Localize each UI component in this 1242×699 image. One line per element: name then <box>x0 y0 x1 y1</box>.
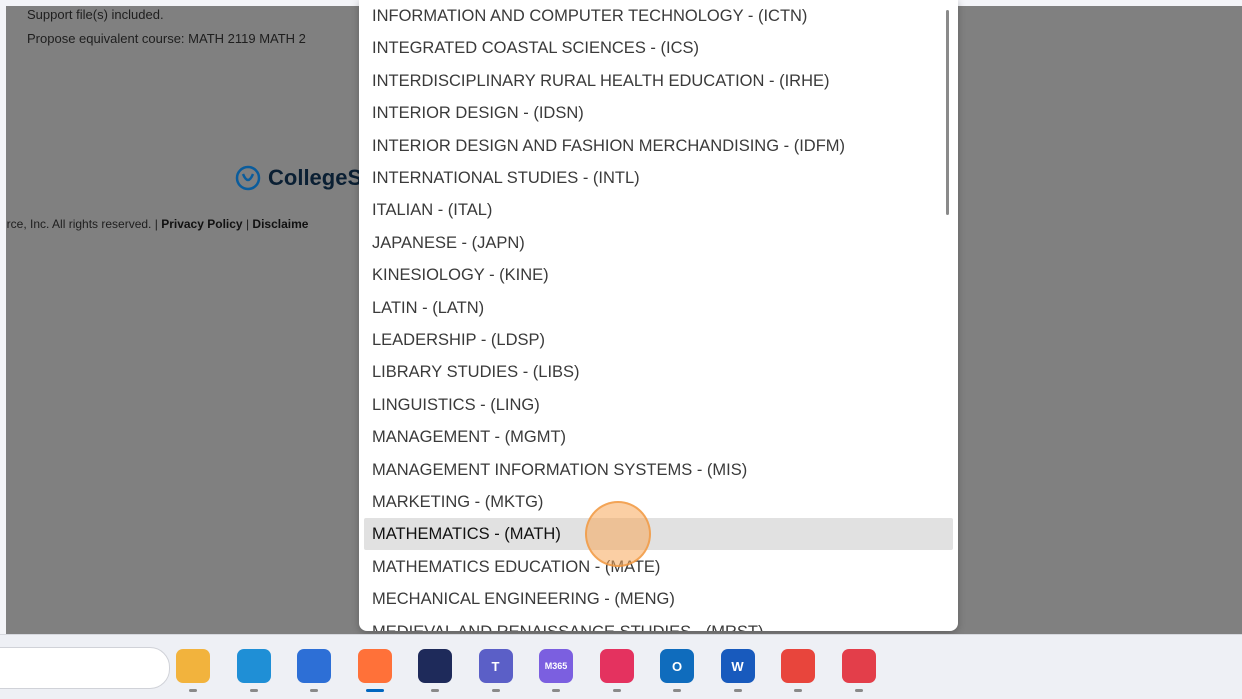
vpn-icon[interactable] <box>418 649 452 683</box>
dropdown-scrollbar[interactable] <box>946 10 949 215</box>
dropdown-option[interactable]: LATIN - (LATN) <box>364 292 953 324</box>
dropdown-option[interactable]: INTERIOR DESIGN - (IDSN) <box>364 97 953 129</box>
collegesource-logo: CollegeS <box>234 164 362 192</box>
taskbar-running-indicator <box>612 689 621 692</box>
scribe-icon[interactable] <box>841 649 876 683</box>
taskbar-running-indicator <box>552 689 560 692</box>
footer-copyright: urce, Inc. All rights reserved. | <box>6 217 158 231</box>
taskbar-running-indicator <box>733 689 742 692</box>
firefox-icon[interactable] <box>357 649 392 683</box>
company-portal-icon[interactable] <box>297 649 331 683</box>
collegesource-logo-icon <box>235 165 261 191</box>
dropdown-option[interactable]: LIBRARY STUDIES - (LIBS) <box>364 356 953 388</box>
outlook-icon[interactable]: O <box>660 649 694 683</box>
dropdown-option[interactable]: INTERNATIONAL STUDIES - (INTL) <box>364 162 953 194</box>
dropdown-option[interactable]: MANAGEMENT INFORMATION SYSTEMS - (MIS) <box>364 454 953 486</box>
dropdown-option[interactable]: MATHEMATICS - (MATH) <box>364 518 953 551</box>
dropdown-option[interactable]: LEADERSHIP - (LDSP) <box>364 324 953 356</box>
file-explorer-icon[interactable] <box>176 649 210 683</box>
dropdown-option[interactable]: INTEGRATED COASTAL SCIENCES - (ICS) <box>364 32 953 64</box>
footer-separator: | <box>245 217 250 231</box>
dropdown-option[interactable]: JAPANESE - (JAPN) <box>364 227 953 259</box>
m365-icon[interactable]: M365 <box>539 649 573 683</box>
edge-icon[interactable] <box>236 649 271 683</box>
dropdown-option[interactable]: MATHEMATICS EDUCATION - (MATE) <box>364 551 953 583</box>
taskbar-running-indicator <box>794 689 802 692</box>
footer: urce, Inc. All rights reserved. | Privac… <box>6 217 308 231</box>
dropdown-option[interactable]: ITALIAN - (ITAL) <box>364 194 953 226</box>
creative-cloud-icon[interactable] <box>599 649 634 683</box>
dropdown-option[interactable]: KINESIOLOGY - (KINE) <box>364 259 953 291</box>
taskbar-running-indicator <box>491 689 500 692</box>
taskbar-running-indicator <box>673 689 681 692</box>
taskbar-running-indicator <box>310 689 318 692</box>
windows-taskbar: T M365 O W <box>0 634 1242 699</box>
dropdown-option[interactable]: LINGUISTICS - (LING) <box>364 389 953 421</box>
taskbar-running-indicator <box>431 689 439 692</box>
privacy-policy-link[interactable]: Privacy Policy <box>161 217 242 231</box>
teams-icon[interactable]: T <box>478 649 513 683</box>
dropdown-option[interactable]: INTERIOR DESIGN AND FASHION MERCHANDISIN… <box>364 130 953 162</box>
word-icon[interactable]: W <box>720 649 755 683</box>
taskbar-search-box[interactable] <box>0 647 170 689</box>
taskbar-running-indicator <box>189 689 197 692</box>
taskbar-running-indicator <box>249 689 258 692</box>
dropdown-option[interactable]: MANAGEMENT - (MGMT) <box>364 421 953 453</box>
dropdown-option[interactable]: INTERDISCIPLINARY RURAL HEALTH EDUCATION… <box>364 65 953 97</box>
dropdown-option[interactable]: MARKETING - (MKTG) <box>364 486 953 518</box>
support-files-text: Support file(s) included. <box>27 7 164 22</box>
disclaimer-link[interactable]: Disclaime <box>252 217 308 231</box>
subject-dropdown-list[interactable]: INFORMATION AND COMPUTER TECHNOLOGY - (I… <box>359 0 958 631</box>
chrome-icon[interactable] <box>781 649 815 683</box>
taskbar-running-indicator <box>854 689 863 692</box>
taskbar-running-indicator <box>365 689 384 692</box>
dropdown-option[interactable]: MECHANICAL ENGINEERING - (MENG) <box>364 583 953 615</box>
dropdown-option[interactable]: MEDIEVAL AND RENAISSANCE STUDIES - (MRST… <box>364 616 953 631</box>
logo-text: CollegeS <box>268 165 363 190</box>
dropdown-option[interactable]: INFORMATION AND COMPUTER TECHNOLOGY - (I… <box>364 0 953 32</box>
click-indicator <box>585 501 651 567</box>
propose-course-text: Propose equivalent course: MATH 2119 MAT… <box>27 31 306 46</box>
